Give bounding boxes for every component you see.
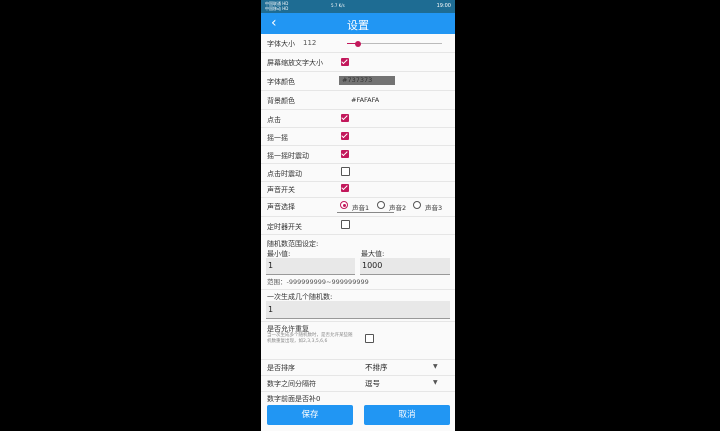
font-size-label: 字体大小 bbox=[267, 40, 295, 48]
cancel-button[interactable]: 取消 bbox=[364, 405, 450, 425]
sound2-radio[interactable] bbox=[377, 201, 385, 209]
font-size-row: 字体大小 112 bbox=[261, 34, 455, 53]
shake-label: 摇一摇 bbox=[267, 134, 288, 142]
font-size-value: 112 bbox=[303, 39, 317, 47]
allow-repeat-checkbox[interactable] bbox=[365, 334, 374, 343]
sound2-label: 声音2 bbox=[389, 204, 407, 212]
random-range-label: 随机数范围设定: bbox=[267, 240, 319, 248]
sort-dropdown-value[interactable]: 不排序 bbox=[365, 362, 388, 373]
allow-repeat-row: 是否允许重复 当一次生成多个随机数时，是否允许某些随机数重复出现，如2,3,3,… bbox=[261, 322, 455, 360]
bg-color-label: 背景颜色 bbox=[267, 97, 295, 105]
bg-color-row: 背景颜色 #FAFAFA bbox=[261, 91, 455, 110]
sound1-label: 声音1 bbox=[352, 204, 370, 212]
chevron-down-icon[interactable]: ▼ bbox=[433, 379, 438, 386]
tap-vibrate-checkbox[interactable] bbox=[341, 167, 350, 176]
shake-vibrate-row: 摇一摇时震动 bbox=[261, 146, 455, 164]
max-value-input[interactable]: 1000 bbox=[360, 258, 450, 275]
radio-underline bbox=[337, 212, 394, 213]
net-speed: 5.7 K/s bbox=[331, 3, 345, 8]
tap-label: 点击 bbox=[267, 116, 281, 124]
chevron-down-icon[interactable]: ▼ bbox=[433, 363, 438, 370]
page-title: 设置 bbox=[347, 19, 369, 32]
screen-scale-checkbox[interactable] bbox=[341, 58, 349, 66]
font-color-swatch[interactable]: #737373 bbox=[339, 76, 395, 85]
sound-switch-row: 声音开关 bbox=[261, 182, 455, 198]
sound-select-row: 声音选择 声音1 声音2 声音3 bbox=[261, 198, 455, 217]
sound-switch-checkbox[interactable] bbox=[341, 184, 349, 192]
timer-row: 定时器开关 bbox=[261, 217, 455, 235]
sound1-radio[interactable] bbox=[340, 201, 348, 209]
title-bar: ‹ 设置 bbox=[261, 13, 455, 34]
cut-label: 数字前面是否补0 bbox=[267, 395, 321, 403]
cut-row: 数字前面是否补0 bbox=[261, 392, 455, 403]
bg-color-swatch[interactable]: #FAFAFA bbox=[351, 96, 379, 104]
range-hint: 范围：-999999999~999999999 bbox=[267, 278, 369, 286]
random-range-section: 随机数范围设定: 最小值: 最大值: 1 1000 范围：-999999999~… bbox=[261, 235, 455, 290]
allow-repeat-hint: 当一次生成多个随机数时，是否允许某些随机数重复出现，如2,3,3,5,6,6 bbox=[267, 333, 353, 344]
font-color-row: 字体颜色 #737373 bbox=[261, 72, 455, 91]
sort-row[interactable]: 是否排序 不排序 ▼ bbox=[261, 360, 455, 376]
separator-label: 数字之间分隔符 bbox=[267, 380, 316, 388]
sound3-label: 声音3 bbox=[425, 204, 443, 212]
slider-thumb[interactable] bbox=[355, 40, 362, 47]
screen-scale-row: 屏幕缩放文字大小 bbox=[261, 53, 455, 72]
tap-checkbox[interactable] bbox=[341, 114, 349, 122]
font-size-slider[interactable] bbox=[347, 40, 442, 47]
shake-checkbox[interactable] bbox=[341, 132, 349, 140]
sort-label: 是否排序 bbox=[267, 364, 295, 372]
tap-row: 点击 bbox=[261, 110, 455, 128]
count-input[interactable]: 1 bbox=[266, 301, 450, 319]
timer-checkbox[interactable] bbox=[341, 220, 350, 229]
sound-switch-label: 声音开关 bbox=[267, 186, 295, 194]
settings-screen: 中国联通 HD 中国移动 HD 5.7 K/s 19:00 ‹ 设置 字体大小 … bbox=[261, 0, 455, 431]
status-bar: 中国联通 HD 中国移动 HD 5.7 K/s 19:00 bbox=[261, 0, 455, 13]
screen-scale-label: 屏幕缩放文字大小 bbox=[267, 59, 323, 67]
separator-dropdown-value[interactable]: 逗号 bbox=[365, 378, 380, 389]
carrier-bottom: 中国移动 HD bbox=[265, 6, 289, 11]
clock: 19:00 bbox=[436, 3, 451, 9]
shake-row: 摇一摇 bbox=[261, 128, 455, 146]
tap-vibrate-label: 点击时震动 bbox=[267, 170, 302, 178]
separator-row[interactable]: 数字之间分隔符 逗号 ▼ bbox=[261, 376, 455, 392]
save-button[interactable]: 保存 bbox=[267, 405, 353, 425]
count-section: 一次生成几个随机数: 1 bbox=[261, 290, 455, 322]
sound-select-label: 声音选择 bbox=[267, 203, 295, 211]
tap-vibrate-row: 点击时震动 bbox=[261, 164, 455, 182]
shake-vibrate-checkbox[interactable] bbox=[341, 150, 349, 158]
min-value-input[interactable]: 1 bbox=[266, 258, 355, 275]
shake-vibrate-label: 摇一摇时震动 bbox=[267, 152, 309, 160]
font-color-label: 字体颜色 bbox=[267, 78, 295, 86]
sound3-radio[interactable] bbox=[413, 201, 421, 209]
timer-label: 定时器开关 bbox=[267, 223, 302, 231]
